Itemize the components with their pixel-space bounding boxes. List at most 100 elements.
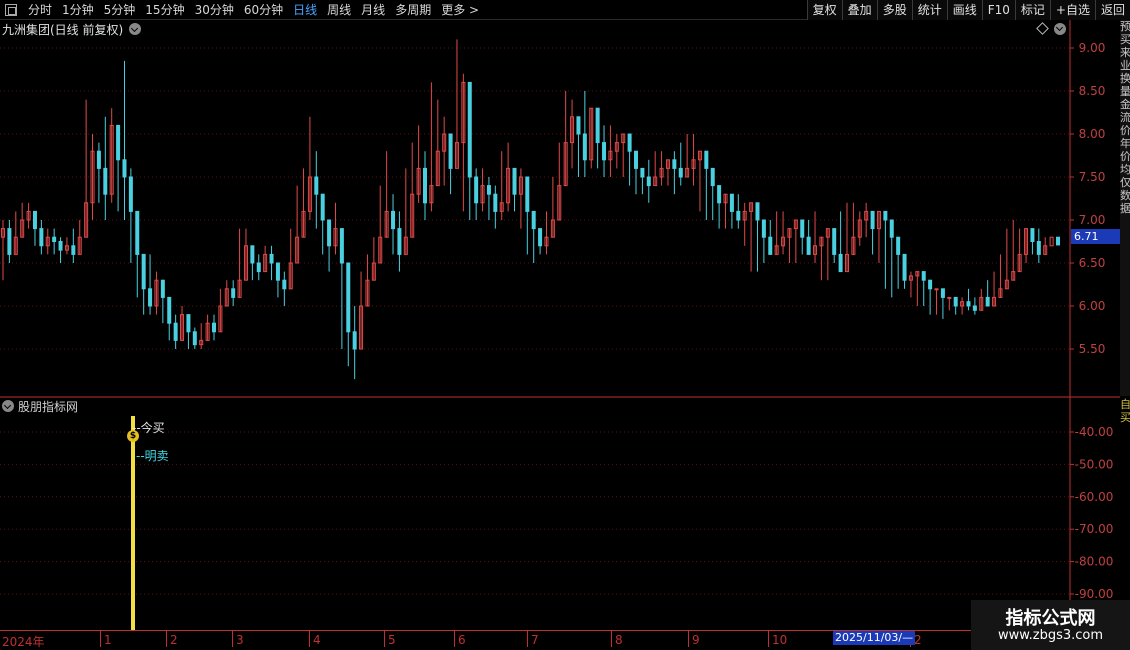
candle (352, 306, 357, 380)
chevron-down-icon[interactable] (1054, 23, 1066, 35)
candle (838, 211, 843, 273)
candle (416, 125, 421, 203)
candle (608, 125, 613, 177)
candle (84, 99, 89, 238)
candle (940, 288, 945, 319)
x-label: 9 (692, 633, 700, 647)
y-tick-label: 7.50 (1079, 170, 1106, 184)
candle-body (250, 245, 255, 264)
candle-body (39, 228, 44, 247)
sell-signal-label: --明卖 (136, 449, 169, 463)
candle (173, 314, 178, 349)
y-tick-label: 8.50 (1079, 84, 1106, 98)
candle-body (320, 193, 325, 221)
chevron-down-icon[interactable] (129, 23, 142, 35)
candle (915, 271, 920, 306)
candle (672, 151, 677, 195)
candle (148, 254, 153, 315)
candle (749, 202, 754, 272)
x-separator (309, 631, 310, 647)
candle (966, 288, 971, 311)
candle (122, 60, 127, 220)
candle-body (493, 193, 498, 212)
candle (896, 236, 901, 289)
candle-body (717, 185, 722, 204)
candle-body (269, 253, 274, 264)
candle (116, 124, 121, 212)
candle-body (327, 219, 332, 247)
candle (595, 107, 600, 169)
candle-body (947, 296, 952, 299)
side-info-panel[interactable]: 预买来业换量金流价年价均仅数据 (1120, 20, 1130, 396)
candle-body (582, 133, 587, 161)
candle-body (755, 202, 760, 221)
candle (870, 210, 875, 255)
candle-body (870, 210, 875, 230)
candle (845, 202, 849, 273)
candle (768, 220, 773, 255)
stock-title: 九洲集团(日线 前复权) (2, 22, 124, 37)
candle-body (525, 176, 530, 212)
candle-body (921, 271, 926, 281)
candle (109, 108, 114, 203)
candle (96, 142, 101, 203)
candle (103, 116, 108, 220)
chart-canvas[interactable]: 9.00 8.50 8.00 7.50 7.00 6.50 6.00 5.50 -40.00 -… (0, 0, 1130, 650)
x-separator (166, 631, 167, 647)
candle (531, 210, 536, 263)
candle (550, 177, 555, 238)
candle-body (928, 279, 933, 290)
candle-body (116, 124, 121, 161)
dollar-icon[interactable]: $ (127, 430, 139, 442)
signal-bar (131, 416, 135, 630)
candle (13, 211, 18, 255)
candle (295, 185, 300, 264)
side-info-panel-lower[interactable]: 自买 (1120, 398, 1130, 438)
candle (371, 237, 376, 281)
candle (921, 271, 926, 306)
indicator-title[interactable]: 股朋指标网 (2, 398, 78, 414)
candle-body (282, 279, 287, 290)
candle (659, 151, 664, 186)
candle (282, 271, 287, 306)
candle-body (346, 262, 351, 333)
chevron-down-icon[interactable] (2, 400, 14, 412)
candle (410, 142, 415, 238)
candle (902, 253, 907, 289)
candle (186, 314, 191, 349)
x-label: 1 (104, 633, 112, 647)
candle (256, 254, 261, 281)
candle (275, 262, 280, 298)
candle (857, 211, 862, 246)
y-tick-label: -90.00 (1075, 587, 1114, 601)
watermark-url: www.zbgs3.com (997, 628, 1104, 643)
y-tick-label: -70.00 (1075, 522, 1114, 536)
candle (1004, 228, 1009, 290)
candle (429, 82, 434, 212)
candle (320, 193, 325, 255)
candle (243, 228, 248, 281)
candle (435, 99, 440, 187)
candle-body (467, 81, 472, 178)
candle (333, 202, 338, 255)
candle (806, 220, 811, 255)
candle-body (940, 288, 945, 298)
x-separator (768, 631, 769, 647)
candle (908, 271, 913, 298)
candle (576, 116, 581, 177)
candle (499, 151, 504, 220)
candle (205, 314, 210, 341)
candle-body (128, 176, 133, 212)
candle (602, 125, 607, 177)
candle-body (32, 210, 37, 230)
x-label: 2 (914, 633, 922, 647)
main-chart-title[interactable]: 九洲集团(日线 前复权) (2, 21, 142, 37)
x-separator (454, 631, 455, 647)
candle (58, 237, 63, 263)
selected-date-box: 2025/11/03/— (833, 631, 916, 645)
candle (813, 211, 818, 263)
candle (646, 159, 651, 203)
candle-body (423, 167, 427, 204)
x-separator (611, 631, 612, 647)
candle (327, 219, 332, 272)
